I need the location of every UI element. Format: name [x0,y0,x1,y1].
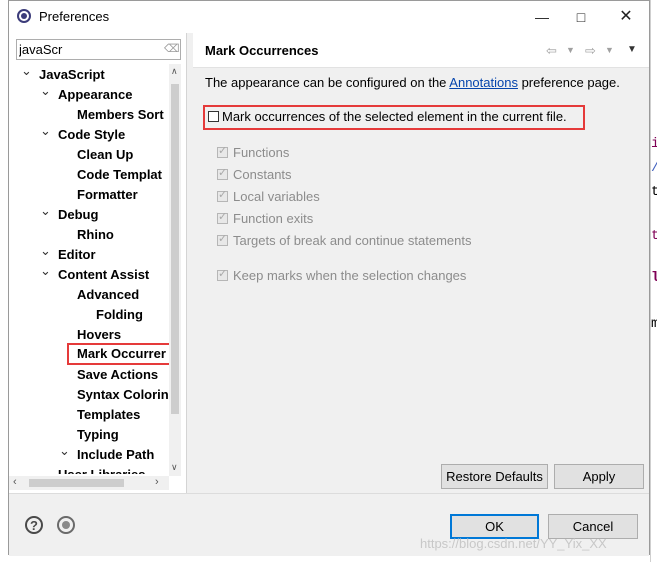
expand-arrow-icon[interactable]: ⌄ [40,84,51,105]
option-label: Constants [233,167,292,182]
option-checkbox[interactable] [217,232,228,246]
description-text-end: preference page. [517,75,620,90]
tree-item[interactable]: Appearance [58,85,132,105]
preferences-dialog: Preferences — □ ✕ ⌫ ⌄JavaScript⌄Appearan… [8,0,650,556]
expand-arrow-icon[interactable]: ⌄ [59,444,70,465]
tree-item[interactable]: Mark Occurrer [67,343,174,365]
page-description: The appearance can be configured on the … [205,75,620,90]
scroll-up-icon[interactable]: ∧ [171,66,178,77]
help-icon[interactable]: ? [25,516,43,534]
expand-arrow-icon[interactable]: ⌄ [40,264,51,285]
option-checkbox[interactable] [217,166,228,180]
import-export-icon[interactable] [57,516,75,534]
apply-button[interactable]: Apply [554,464,644,489]
option-label: Functions [233,145,290,160]
description-text: The appearance can be configured on the [205,75,450,90]
option-label: Keep marks when the selection changes [233,268,467,283]
option-label: Function exits [233,211,314,226]
tree-item[interactable]: Advanced [77,285,139,305]
back-menu-icon[interactable]: ▼ [566,45,575,55]
filter-input[interactable] [19,41,159,58]
tree-item[interactable]: Formatter [77,185,138,205]
scroll-down-icon[interactable]: ∨ [171,462,178,473]
page-header: Mark Occurrences ⇦ ▼ ⇨ ▼ ▼ [193,33,649,68]
scroll-left-icon[interactable]: ‹ [13,476,17,488]
annotations-link[interactable]: Annotations [449,75,518,90]
tree-item[interactable]: Code Style [58,125,125,145]
tree-item[interactable]: Templates [77,405,140,425]
tree-item[interactable]: Content Assist [58,265,149,285]
minimize-button[interactable]: — [522,5,562,29]
filter-field[interactable]: ⌫ [16,39,181,60]
tree-item[interactable]: Editor [58,245,96,265]
expand-arrow-icon[interactable]: ⌄ [40,124,51,145]
close-button[interactable]: ✕ [606,5,646,29]
tree-vertical-thumb[interactable] [171,84,179,414]
tree-item[interactable]: Rhino [77,225,114,245]
watermark: https://blog.csdn.net/YY_Yix_XX [420,536,607,551]
tree-horizontal-thumb[interactable] [29,479,124,487]
tree-item[interactable]: Clean Up [77,145,133,165]
tree-item[interactable]: Save Actions [77,365,158,385]
scroll-right-icon[interactable]: › [155,476,159,488]
restore-defaults-button[interactable]: Restore Defaults [441,464,548,489]
eclipse-icon [17,9,31,23]
page-title: Mark Occurrences [205,43,319,58]
forward-menu-icon[interactable]: ▼ [605,45,614,55]
tree-item[interactable]: Hovers [77,325,121,345]
expand-arrow-icon[interactable]: ⌄ [40,204,51,225]
tree-item[interactable]: Folding [96,305,143,325]
window-title: Preferences [39,9,110,24]
option-checkbox[interactable] [217,210,228,224]
tree-item[interactable]: JavaScript [39,65,105,85]
preference-page: Mark Occurrences ⇦ ▼ ⇨ ▼ ▼ The appearanc… [193,33,649,493]
tree-item[interactable]: Code Templat [77,165,162,185]
option-checkbox[interactable] [217,267,228,281]
tree-item[interactable]: Typing [77,425,119,445]
tree-item[interactable]: User Libraries [58,465,145,474]
option-label: Targets of break and continue statements [233,233,472,248]
expand-arrow-icon[interactable]: ⌄ [21,64,32,85]
tree-item[interactable]: Debug [58,205,98,225]
tree-item[interactable]: Include Path [77,445,154,465]
view-menu-icon[interactable]: ▼ [627,44,637,55]
tree-item[interactable]: Syntax Colorin [77,385,169,405]
tree-horizontal-scrollbar[interactable]: ‹ › [9,476,169,490]
tree-item[interactable]: Members Sort [77,105,164,125]
mark-occurrences-checkbox[interactable] [208,111,219,122]
title-bar: Preferences — □ ✕ [9,1,649,33]
preference-tree-panel: ⌫ ⌄JavaScript⌄AppearanceMembers Sort⌄Cod… [9,33,187,493]
clear-filter-icon[interactable]: ⌫ [164,43,180,55]
tree-vertical-scrollbar[interactable]: ∧ ∨ [169,64,181,476]
expand-arrow-icon[interactable]: ⌄ [40,244,51,265]
maximize-button[interactable]: □ [561,5,601,29]
option-checkbox[interactable] [217,188,228,202]
mark-occurrences-label: Mark occurrences of the selected element… [222,109,567,124]
forward-icon[interactable]: ⇨ [585,43,596,59]
back-icon[interactable]: ⇦ [546,43,557,59]
option-label: Local variables [233,189,320,204]
option-checkbox[interactable] [217,144,228,158]
preference-tree: ⌄ JavaScript ⌄ Appearance Members Sort ⌄ Code … [9,64,174,474]
background-editor: i / t t l m [650,0,657,562]
